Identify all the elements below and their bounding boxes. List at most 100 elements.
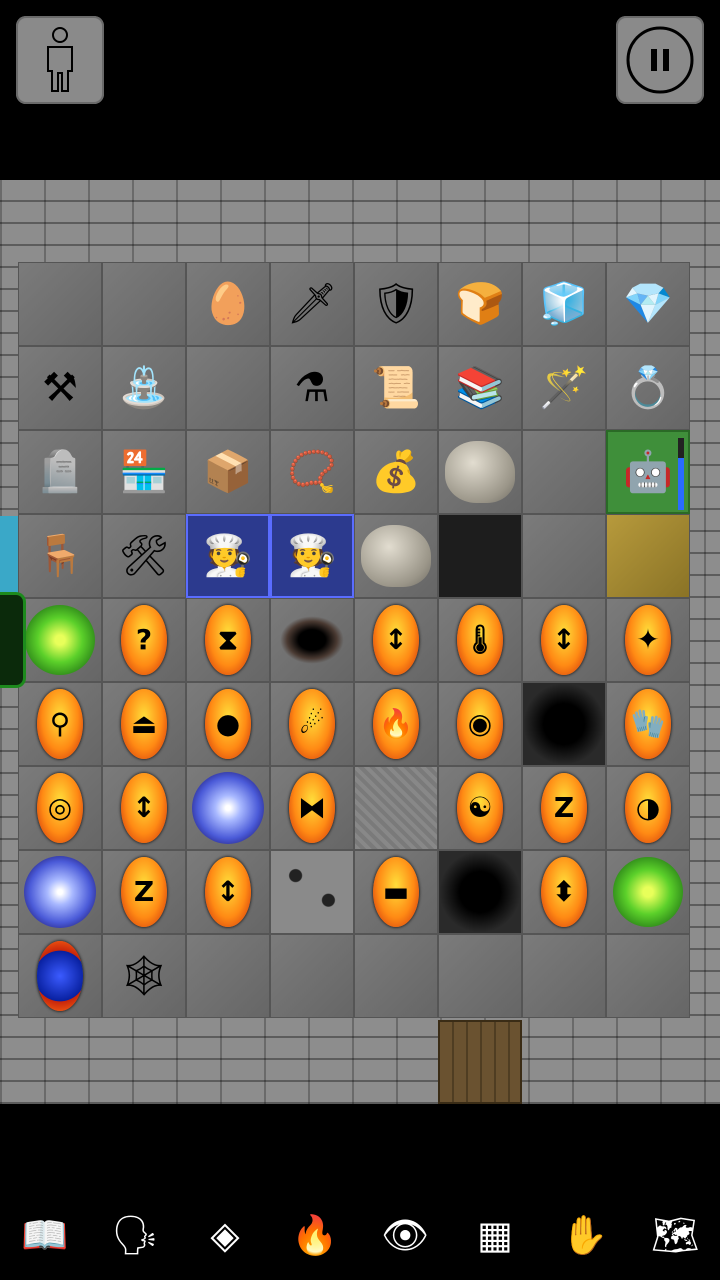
tile-item[interactable]: ⚒ xyxy=(18,346,102,430)
rune-glyph: ☄ xyxy=(299,707,325,740)
rune-oval-icon: ◎ xyxy=(37,773,83,843)
tile-floor[interactable] xyxy=(186,934,270,1018)
tile-item[interactable]: 💎 xyxy=(606,262,690,346)
rune-glyph: Z xyxy=(133,875,155,908)
tile-blueoval[interactable] xyxy=(18,934,102,1018)
tile-dark[interactable] xyxy=(438,514,522,598)
tile-item[interactable]: 🥚 xyxy=(186,262,270,346)
tile-swirl[interactable] xyxy=(18,598,102,682)
tile-item[interactable]: 🪑 xyxy=(18,514,102,598)
tile-oval[interactable]: Z xyxy=(522,766,606,850)
tile-oval[interactable]: ↕ xyxy=(102,766,186,850)
tile-oval[interactable]: 🔥 xyxy=(354,682,438,766)
floor-view-button[interactable]: ▦ xyxy=(465,1205,525,1265)
tile-floor[interactable] xyxy=(438,934,522,1018)
tile-oval[interactable]: ↕ xyxy=(186,850,270,934)
tile-oval[interactable]: ● xyxy=(186,682,270,766)
tile-stone[interactable] xyxy=(354,766,438,850)
tile-item[interactable]: 📿 xyxy=(270,430,354,514)
tile-item[interactable]: 🍞 xyxy=(438,262,522,346)
tile-swirl[interactable] xyxy=(606,850,690,934)
tile-floor[interactable] xyxy=(522,934,606,1018)
wooden-door[interactable] xyxy=(438,1020,522,1104)
tile-floor[interactable] xyxy=(354,934,438,1018)
tile-item[interactable]: 🪦 xyxy=(18,430,102,514)
boulder-icon xyxy=(361,525,431,587)
tile-item[interactable]: 💍 xyxy=(606,346,690,430)
tile-hole[interactable] xyxy=(270,598,354,682)
head-button[interactable]: 🗣 xyxy=(105,1205,165,1265)
tile-floor[interactable] xyxy=(522,514,606,598)
item-icon: 🕸 xyxy=(118,953,170,999)
tile-oval[interactable]: ☯ xyxy=(438,766,522,850)
pause-button[interactable] xyxy=(616,16,704,104)
tile-orb[interactable] xyxy=(186,766,270,850)
look-button[interactable]: 👁 xyxy=(375,1205,435,1265)
tile-item[interactable]: 🛡 xyxy=(354,262,438,346)
tile-oval[interactable]: ◑ xyxy=(606,766,690,850)
tile-oval[interactable]: ? xyxy=(102,598,186,682)
tile-item[interactable]: 🕸 xyxy=(102,934,186,1018)
tile-oval[interactable]: ⚲ xyxy=(18,682,102,766)
tile-floor[interactable] xyxy=(522,430,606,514)
tile-item[interactable]: 🛠 xyxy=(102,514,186,598)
rune-glyph: ● xyxy=(215,707,241,740)
tile-oval[interactable]: ◉ xyxy=(438,682,522,766)
tile-floor[interactable] xyxy=(270,934,354,1018)
rune-oval-icon: ⚲ xyxy=(37,689,83,759)
side-panel-handle[interactable] xyxy=(0,592,26,688)
tile-oval[interactable]: ⧗ xyxy=(186,598,270,682)
item-icon: ⛲ xyxy=(119,365,169,411)
tile-oval[interactable]: ⏏ xyxy=(102,682,186,766)
spell-button[interactable]: ◈ xyxy=(195,1205,255,1265)
tile-player[interactable]: 🤖 xyxy=(606,430,690,514)
tile-oval[interactable]: ⬍ xyxy=(522,850,606,934)
tile-oval[interactable]: 🌡 xyxy=(438,598,522,682)
tile-item[interactable]: ⚗ xyxy=(270,346,354,430)
tile-oval[interactable]: ☄ xyxy=(270,682,354,766)
rune-glyph: 🔥 xyxy=(378,707,414,740)
tile-oval[interactable]: ✦ xyxy=(606,598,690,682)
tile-dots[interactable] xyxy=(270,850,354,934)
room-grid[interactable]: 🥚 🗡 🛡 🍞 🧊 💎 ⚒ ⛲ ⚗ 📜 📚 🪄 💍 🪦 🏪 📦 📿 💰 🤖 🪑 🛠 🧑‍🍳 🧑‍🍳? ⧗ ↕ 🌡 ↕ ✦ ⚲ ⏏ ● ☄ 🔥 ◉ 🧤… xyxy=(18,262,690,1018)
tile-vendor[interactable]: 🧑‍🍳 xyxy=(270,514,354,598)
item-icon: ⚒ xyxy=(42,365,78,411)
tile-rock[interactable] xyxy=(438,430,522,514)
character-button[interactable] xyxy=(16,16,104,104)
player-health-bar xyxy=(678,438,684,510)
tile-oval[interactable]: ↕ xyxy=(354,598,438,682)
tile-floor[interactable] xyxy=(186,346,270,430)
tile-sand[interactable] xyxy=(606,514,690,598)
tile-oval[interactable]: ↕ xyxy=(522,598,606,682)
tile-oval[interactable]: ▬ xyxy=(354,850,438,934)
tile-vendor[interactable]: 🧑‍🍳 xyxy=(186,514,270,598)
tile-floor[interactable] xyxy=(606,934,690,1018)
tile-item[interactable]: ⛲ xyxy=(102,346,186,430)
tile-oval[interactable]: 🧤 xyxy=(606,682,690,766)
tile-oval[interactable]: Z xyxy=(102,850,186,934)
tile-oval[interactable]: ◎ xyxy=(18,766,102,850)
tile-floor[interactable] xyxy=(102,262,186,346)
tile-item[interactable]: 📦 xyxy=(186,430,270,514)
map-button[interactable]: 🗺 xyxy=(645,1205,705,1265)
hand-button[interactable]: ✋ xyxy=(555,1205,615,1265)
tile-pit[interactable] xyxy=(438,850,522,934)
tile-pit[interactable] xyxy=(522,682,606,766)
tile-rock[interactable] xyxy=(354,514,438,598)
tile-oval[interactable]: ⧓ xyxy=(270,766,354,850)
tile-item[interactable]: 🪄 xyxy=(522,346,606,430)
tile-item[interactable]: 💰 xyxy=(354,430,438,514)
rune-glyph: ☯ xyxy=(467,791,493,824)
tile-item[interactable]: 📚 xyxy=(438,346,522,430)
rune-glyph: ↕ xyxy=(384,623,408,656)
tile-floor[interactable] xyxy=(18,262,102,346)
journal-button[interactable]: 📖 xyxy=(15,1205,75,1265)
tile-item[interactable]: 📜 xyxy=(354,346,438,430)
rune-oval-icon: 🔥 xyxy=(373,689,419,759)
tile-orb[interactable] xyxy=(18,850,102,934)
tile-item[interactable]: 🗡 xyxy=(270,262,354,346)
tile-item[interactable]: 🏪 xyxy=(102,430,186,514)
tile-item[interactable]: 🧊 xyxy=(522,262,606,346)
rune-oval-icon: ↕ xyxy=(205,857,251,927)
campfire-button[interactable]: 🔥 xyxy=(285,1205,345,1265)
